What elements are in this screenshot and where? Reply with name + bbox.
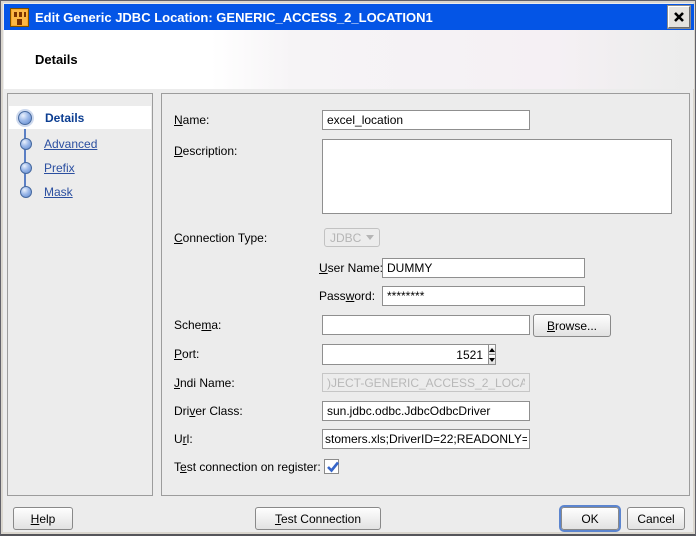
jndi-name-label: Jndi Name: xyxy=(174,375,235,391)
driver-class-input[interactable] xyxy=(322,401,530,421)
nav-bullet-icon xyxy=(20,186,32,198)
url-input[interactable] xyxy=(322,429,530,449)
sidebar-item-prefix[interactable]: Prefix xyxy=(9,156,151,179)
page-title: Details xyxy=(35,52,78,67)
close-button[interactable] xyxy=(668,6,690,28)
url-label: Url: xyxy=(174,431,193,447)
driver-class-label: Driver Class: xyxy=(174,403,243,419)
checkmark-icon xyxy=(325,459,341,475)
chevron-down-icon xyxy=(366,235,374,240)
port-label: Port: xyxy=(174,346,199,362)
ok-button[interactable]: OK xyxy=(561,507,619,530)
test-on-register-checkbox[interactable] xyxy=(324,459,339,474)
help-button[interactable]: Help xyxy=(13,507,73,530)
nav-bullet-icon xyxy=(20,138,32,150)
sidebar-item-label: Details xyxy=(45,111,84,125)
sidebar-nav: Details Advanced Prefix Mask xyxy=(7,93,153,496)
test-connection-button[interactable]: Test Connection xyxy=(255,507,381,530)
app-icon xyxy=(10,8,29,27)
password-label: Password: xyxy=(319,288,375,304)
spinner-up-button[interactable] xyxy=(488,344,496,354)
nav-bullet-icon xyxy=(20,162,32,174)
description-label: Description: xyxy=(174,143,237,159)
details-form-panel: Name: Description: Connection Type: JDBC… xyxy=(161,93,690,496)
sidebar-item-label: Mask xyxy=(44,185,73,199)
port-input[interactable] xyxy=(322,344,488,365)
user-name-label: User Name: xyxy=(319,260,383,276)
schema-label: Schema: xyxy=(174,317,221,333)
close-icon xyxy=(673,11,685,23)
test-on-register-label: Test connection on register: xyxy=(174,459,321,475)
port-spinner xyxy=(322,344,433,365)
spinner-down-button[interactable] xyxy=(488,354,496,365)
name-label: Name: xyxy=(174,112,209,128)
browse-button[interactable]: Browse... xyxy=(533,314,611,337)
connection-type-dropdown[interactable]: JDBC xyxy=(324,228,380,247)
sidebar-item-label: Advanced xyxy=(44,137,97,151)
connection-type-label: Connection Type: xyxy=(174,230,267,246)
sidebar-item-advanced[interactable]: Advanced xyxy=(9,132,151,155)
jndi-name-input xyxy=(322,373,530,392)
name-input[interactable] xyxy=(322,110,530,130)
sidebar-item-label: Prefix xyxy=(44,161,75,175)
cancel-button[interactable]: Cancel xyxy=(627,507,685,530)
titlebar[interactable]: Edit Generic JDBC Location: GENERIC_ACCE… xyxy=(4,4,694,30)
password-input[interactable] xyxy=(382,286,585,306)
sidebar-item-details[interactable]: Details xyxy=(9,106,151,129)
user-name-input[interactable] xyxy=(382,258,585,278)
schema-input[interactable] xyxy=(322,315,530,335)
description-textarea[interactable] xyxy=(322,139,672,214)
edit-jdbc-location-dialog: Edit Generic JDBC Location: GENERIC_ACCE… xyxy=(0,0,696,536)
window-title: Edit Generic JDBC Location: GENERIC_ACCE… xyxy=(35,10,664,25)
connection-type-value: JDBC xyxy=(330,231,361,245)
sidebar-item-mask[interactable]: Mask xyxy=(9,180,151,203)
arrow-down-icon xyxy=(489,358,495,362)
header-banner: Details xyxy=(4,30,694,89)
arrow-up-icon xyxy=(489,348,495,352)
nav-bullet-icon xyxy=(18,111,32,125)
